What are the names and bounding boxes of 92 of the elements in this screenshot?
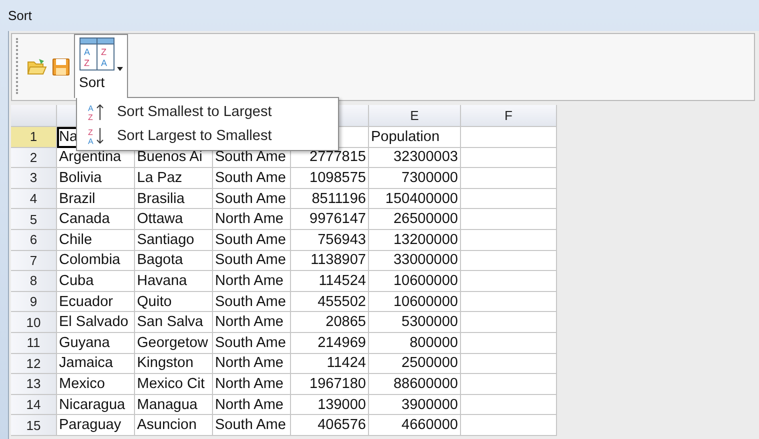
table-cell: Cuba [57,271,135,292]
table-cell: 10600000 [369,292,461,312]
table-cell: Managua [135,394,213,416]
table-cell: North Ame [213,374,291,395]
table-cell: 1138907 [291,250,369,272]
table-cell: 13200000 [369,230,461,251]
table-cell: 20865 [291,312,369,333]
table-cell: North Ame [213,312,291,333]
table-cell: South Ame [213,188,291,210]
row-header[interactable]: 5 [11,209,57,230]
table-cell: Canada [57,209,135,230]
table-cell: La Paz [135,168,213,189]
table-cell: South Ame [213,250,291,272]
table-cell: North Ame [213,394,291,416]
row-header[interactable]: 9 [11,292,57,312]
table-cell: 33000000 [369,250,461,272]
table-cell: 114524 [291,271,369,292]
table-cell: 406576 [291,415,369,436]
table-cell: South Ame [213,332,291,354]
table-cell: Nicaragua [57,394,135,416]
table-cell: Colombia [57,250,135,272]
table-cell: 150400000 [369,188,461,210]
table-cell: Quito [135,292,213,312]
row-header[interactable]: 6 [11,230,57,251]
table-cell: 2500000 [369,354,461,374]
table-cell: Jamaica [57,354,135,374]
row-header[interactable]: 1 [11,127,57,148]
table-cell: Chile [57,230,135,251]
row-header[interactable]: 8 [11,271,57,292]
table-cell: 214969 [291,332,369,354]
table-cell: North Ame [213,354,291,374]
table-cell: North Ame [213,271,291,292]
save-button[interactable] [50,56,72,78]
row-header[interactable]: 2 [11,148,57,168]
table-cell: Mexico Cit [135,374,213,395]
row-header[interactable]: 10 [11,312,57,333]
row-header[interactable]: 4 [11,188,57,210]
caret-icon [117,67,123,71]
table-cell: 4660000 [369,415,461,436]
table-cell: 9976147 [291,209,369,230]
table-cell: 10600000 [369,271,461,292]
table-cell: 32300003 [369,148,461,168]
table-cell: Kingston [135,354,213,374]
table-cell: South Ame [213,168,291,189]
table-cell: 26500000 [369,209,461,230]
table-cell: 11424 [291,354,369,374]
table-cell: 88600000 [369,374,461,395]
table-cell: Bolivia [57,168,135,189]
folder-icon [27,58,47,76]
table-cell: Guyana [57,332,135,354]
table-cell: San Salva [135,312,213,333]
table-cell: Brazil [57,188,135,210]
table-cell: Population [369,127,461,148]
table-cell: Ottawa [135,209,213,230]
table-cell: South Ame [213,230,291,251]
table-cell: 3900000 [369,394,461,416]
table-cell: Georgetow [135,332,213,354]
table-cell: 139000 [291,394,369,416]
window-title: Sort [8,8,32,23]
table-cell: 455502 [291,292,369,312]
table-cell: Mexico [57,374,135,395]
table-cell: 5300000 [369,312,461,333]
table-cell: Brasilia [135,188,213,210]
sort-button[interactable]: A Z Z A Sort [74,34,128,98]
table-cell: Paraguay [57,415,135,436]
row-header[interactable]: 12 [11,354,57,374]
column-header[interactable]: E [369,105,461,127]
table-cell: 8511196 [291,188,369,210]
column-header[interactable]: F [461,105,557,127]
menu-item[interactable]: A Z Sort Smallest to Largest [77,100,338,124]
table-cell: Asuncion [135,415,213,436]
row-header[interactable]: 11 [11,332,57,354]
corner-header[interactable] [11,105,57,127]
table-cell: 756943 [291,230,369,251]
table-cell: North Ame [213,209,291,230]
table-cell: Santiago [135,230,213,251]
table-cell: Havana [135,271,213,292]
table-cell: Bagota [135,250,213,272]
row-header[interactable]: 13 [11,374,57,395]
row-header[interactable]: 15 [11,415,57,436]
table-cell: 1098575 [291,168,369,189]
table-cell: South Ame [213,292,291,312]
row-header[interactable]: 14 [11,394,57,416]
row-header[interactable]: 3 [11,168,57,189]
row-header[interactable]: 7 [11,250,57,272]
table-cell: 7300000 [369,168,461,189]
table-cell: South Ame [213,415,291,436]
table-cell: 800000 [369,332,461,354]
table-cell: El Salvado [57,312,135,333]
sort-icon: A Z Z A [79,37,115,71]
table-cell: Ecuador [57,292,135,312]
table-cell: 1967180 [291,374,369,395]
